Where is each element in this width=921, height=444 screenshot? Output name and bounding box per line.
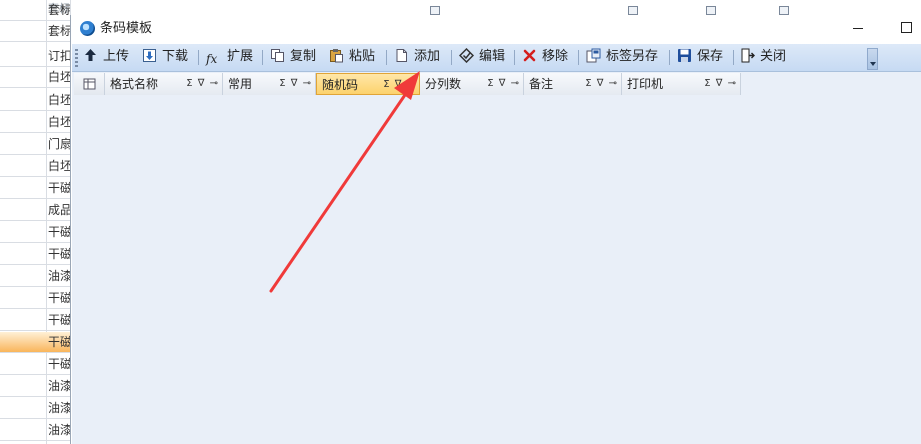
paste-icon: [329, 48, 344, 63]
column-tools-icon[interactable]: Σ ∇ ⊸: [585, 73, 618, 95]
sheet-cell: 套标: [48, 24, 70, 38]
close-button[interactable]: 关闭: [740, 47, 786, 67]
save-as-label: 标签另存: [606, 49, 659, 64]
minimize-button[interactable]: [853, 28, 863, 29]
add-button[interactable]: 添加: [394, 47, 440, 67]
sheet-cell: 油漆: [48, 423, 70, 437]
column-header-remark[interactable]: 备注 Σ ∇ ⊸: [524, 73, 622, 95]
column-header-label: 备注: [529, 77, 554, 91]
checkbox-icon: [430, 6, 440, 15]
column-tools-icon[interactable]: Σ ∇ ⊸: [383, 74, 416, 96]
copy-icon: [270, 48, 285, 63]
column-header-common[interactable]: 常用 Σ ∇ ⊸: [223, 73, 316, 95]
sheet-cell: 干磁: [48, 225, 70, 239]
toolbar: 上传 下载 fx 扩展 复制 粘贴 添加 编辑 移除 标签另存 保存 关闭: [72, 44, 921, 72]
sheet-cell: 干磁: [48, 247, 70, 261]
fx-icon: fx: [206, 52, 218, 66]
save-label: 保存: [697, 49, 724, 64]
app-icon: [80, 21, 95, 36]
save-as-icon: [586, 48, 601, 63]
toolbar-separator: [198, 50, 199, 65]
toolbar-separator: [451, 50, 452, 65]
save-button[interactable]: 保存: [677, 47, 723, 67]
column-header-printer[interactable]: 打印机 Σ ∇ ⊸: [622, 73, 741, 95]
column-header-split-count[interactable]: 分列数 Σ ∇ ⊸: [420, 73, 524, 95]
sheet-cell: 白坯: [48, 159, 70, 173]
extend-label: 扩展: [227, 49, 254, 64]
column-header-format-name[interactable]: 格式名称 Σ ∇ ⊸: [105, 73, 223, 95]
sheet-cell: 干磁: [48, 181, 70, 195]
extend-button[interactable]: fx 扩展: [206, 47, 253, 67]
sheet-cell: 油漆: [48, 379, 70, 393]
column-tools-icon[interactable]: Σ ∇ ⊸: [487, 73, 520, 95]
toolbar-separator: [386, 50, 387, 65]
sheet-cell: 订扣: [48, 49, 70, 63]
sheet-cell: 干磁: [48, 291, 70, 305]
paste-label: 粘贴: [349, 49, 376, 64]
column-tools-icon[interactable]: Σ ∇ ⊸: [186, 73, 219, 95]
sheet-cell: 白坯: [48, 115, 70, 129]
download-icon: [142, 48, 157, 63]
checkbox-icon: [628, 6, 638, 15]
column-tools-icon[interactable]: Σ ∇ ⊸: [279, 73, 312, 95]
delete-x-icon: [522, 48, 537, 63]
column-header-label: 格式名称: [110, 77, 159, 91]
sheet-cell: 干磁: [48, 357, 70, 371]
sheet-cell: 白坯: [48, 93, 70, 107]
remove-label: 移除: [542, 49, 569, 64]
sheet-cell: 白坯: [48, 70, 70, 84]
edit-button[interactable]: 编辑: [458, 47, 506, 67]
title-bar[interactable]: 条码模板: [71, 15, 921, 44]
sheet-cell: 干磁: [48, 335, 70, 349]
sheet-cell: 油漆: [48, 269, 70, 283]
window-title: 条码模板: [100, 21, 153, 36]
column-tools-icon[interactable]: Σ ∇ ⊸: [704, 73, 737, 95]
download-label: 下载: [162, 49, 189, 64]
toolbar-separator: [262, 50, 263, 65]
column-chooser-icon: [83, 78, 96, 90]
barcode-template-dialog: 条码模板 上传 下载 fx 扩展 复制 粘贴 添加 编辑 移除 标签另存 保存 …: [70, 15, 921, 444]
save-as-label-button[interactable]: 标签另存: [586, 47, 658, 67]
column-header-label: 随机码: [322, 78, 359, 92]
download-button[interactable]: 下载: [142, 47, 188, 67]
paste-button[interactable]: 粘贴: [329, 47, 375, 67]
floppy-disk-icon: [677, 48, 692, 63]
column-header-label: 打印机: [627, 77, 664, 91]
sheet-cell: 门扇: [48, 137, 70, 151]
toolbar-overflow-button[interactable]: [867, 48, 878, 70]
copy-label: 复制: [290, 49, 317, 64]
remove-button[interactable]: 移除: [522, 47, 568, 67]
new-document-icon: [394, 48, 409, 63]
copy-button[interactable]: 复制: [270, 47, 316, 67]
checkbox-icon: [706, 6, 716, 15]
toolbar-separator: [669, 50, 670, 65]
sheet-cell: 成品: [48, 203, 70, 217]
upload-button[interactable]: 上传: [83, 47, 129, 67]
close-label: 关闭: [760, 49, 787, 64]
edit-label: 编辑: [479, 49, 506, 64]
checkbox-icon: [779, 6, 789, 15]
template-grid[interactable]: 格式名称 Σ ∇ ⊸ 常用 Σ ∇ ⊸ 随机码 Σ ∇ ⊸ 分列数 Σ ∇ ⊸ …: [72, 72, 921, 444]
maximize-button[interactable]: [901, 22, 912, 33]
sheet-cell: 油漆: [48, 401, 70, 415]
edit-icon: [458, 47, 475, 64]
toolbar-separator: [578, 50, 579, 65]
add-label: 添加: [414, 49, 441, 64]
column-header-random-code[interactable]: 随机码 Σ ∇ ⊸: [316, 73, 420, 95]
upload-icon: [83, 48, 98, 63]
column-chooser-button[interactable]: [74, 73, 105, 95]
toolbar-grip-icon[interactable]: [75, 49, 78, 67]
sheet-cell: 干磁: [48, 313, 70, 327]
upload-label: 上传: [103, 49, 130, 64]
column-header-label: 分列数: [425, 77, 462, 91]
column-header-label: 常用: [228, 77, 253, 91]
sheet-cell: 套标白环: [48, 3, 70, 17]
toolbar-separator: [514, 50, 515, 65]
toolbar-separator: [733, 50, 734, 65]
exit-door-icon: [740, 48, 755, 63]
